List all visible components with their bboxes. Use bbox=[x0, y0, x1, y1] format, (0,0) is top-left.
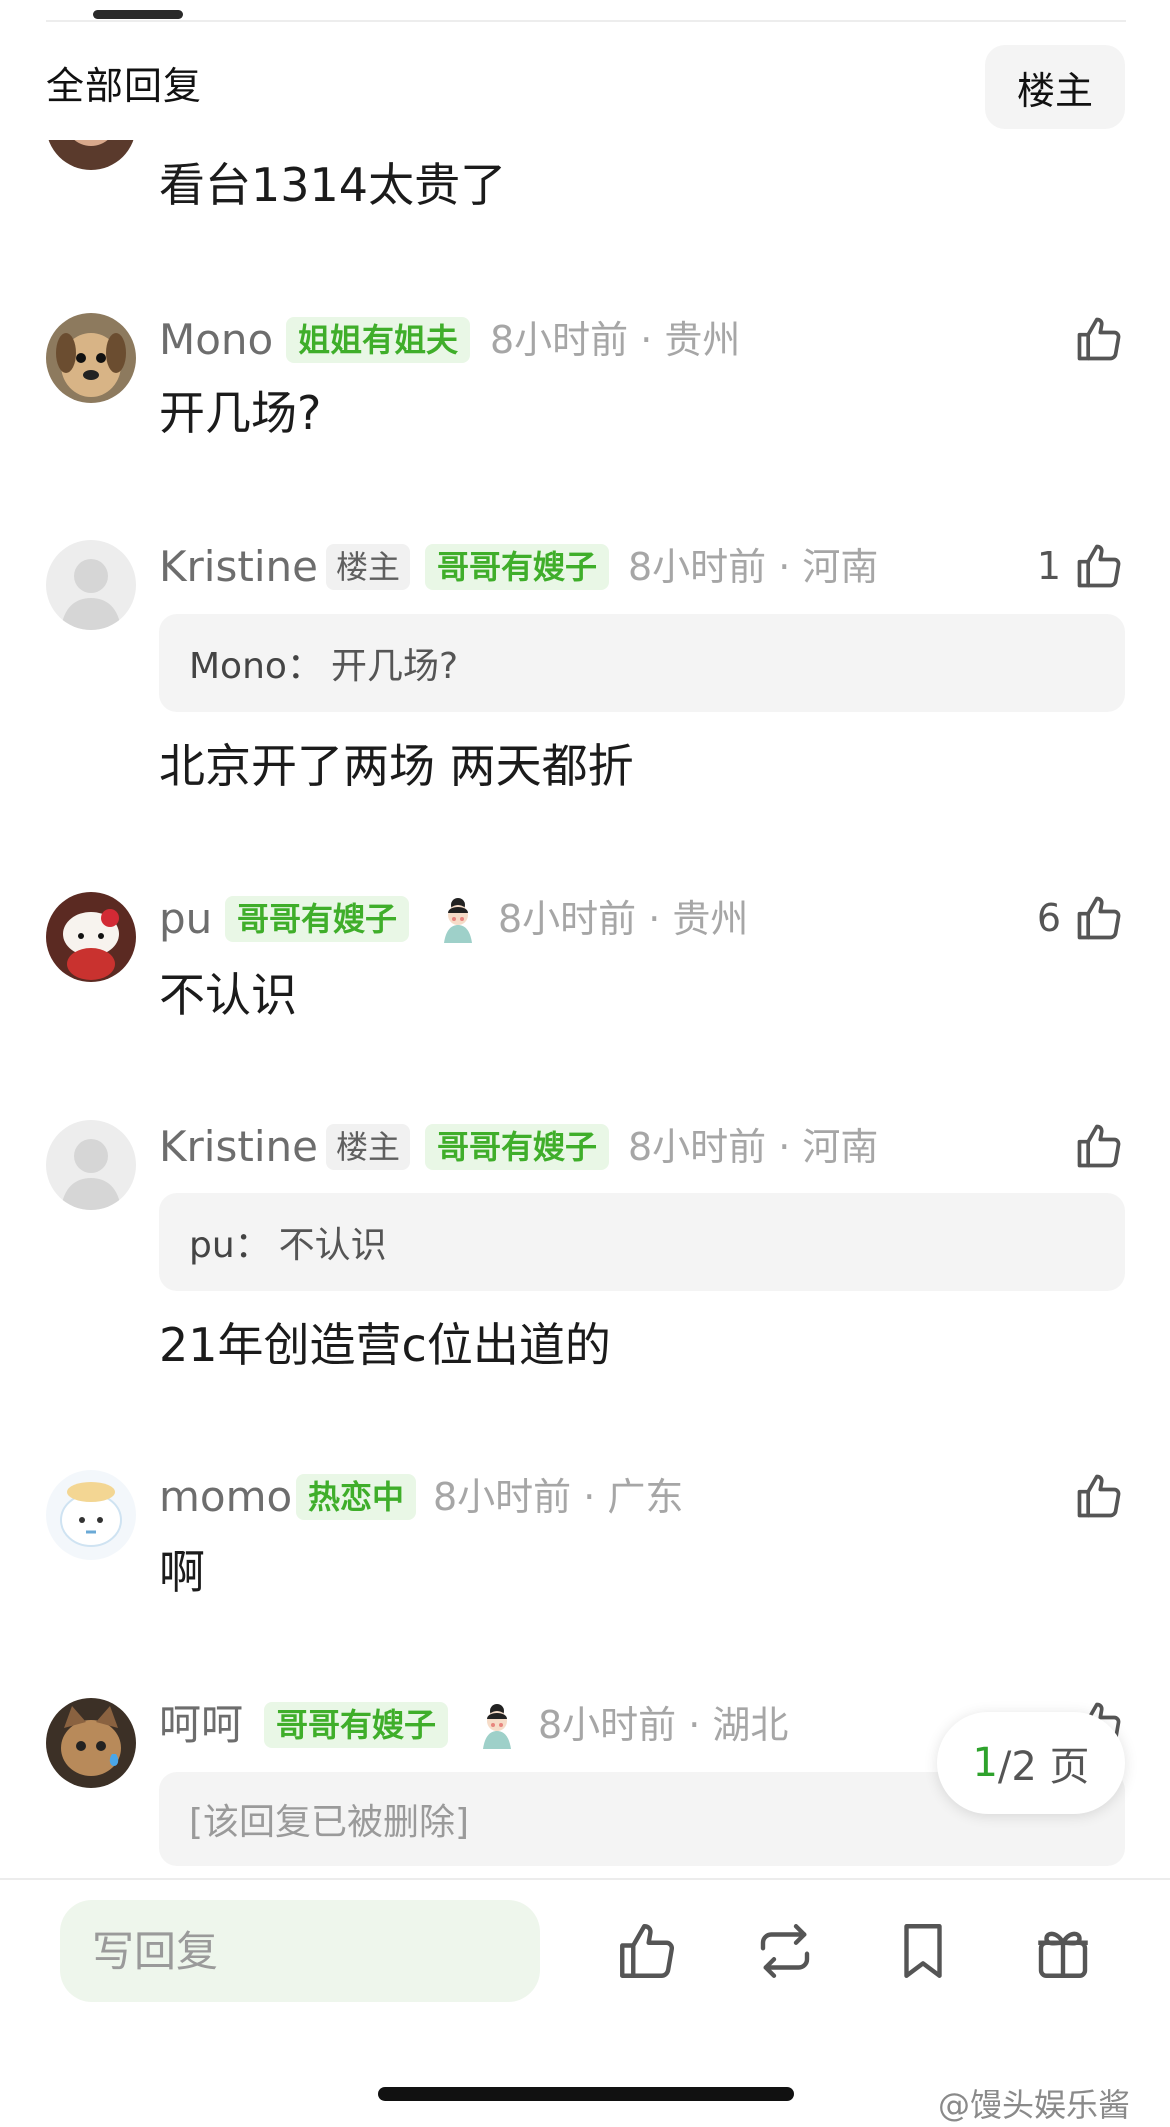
section-title-overlay: 全部回复 bbox=[46, 64, 203, 108]
comment-meta: 8小时前 · 河南 bbox=[628, 545, 879, 589]
gift-icon[interactable] bbox=[1023, 1911, 1103, 1991]
puppy-avatar[interactable] bbox=[46, 313, 136, 403]
bookmark-icon[interactable] bbox=[883, 1911, 963, 1991]
comment-content: 开几场? bbox=[159, 386, 322, 440]
tab-indicator-overlay bbox=[93, 10, 183, 19]
quoted-reply[interactable]: pu： 不认识 bbox=[159, 1193, 1125, 1291]
cartoon-avatar[interactable] bbox=[46, 1470, 136, 1560]
fan-badge: 哥哥有嫂子 bbox=[425, 544, 610, 590]
quoted-reply[interactable]: Mono： 开几场? bbox=[159, 614, 1125, 712]
owner-badge: 楼主 bbox=[326, 544, 411, 590]
comment-content: 21年创造营c位出道的 bbox=[159, 1318, 611, 1372]
username[interactable]: Kristine bbox=[159, 540, 318, 594]
owner-badge: 楼主 bbox=[326, 1124, 411, 1170]
hello-kitty-avatar[interactable] bbox=[46, 892, 136, 982]
like-count: 1 bbox=[1036, 544, 1061, 588]
comment-meta: 8小时前 · 贵州 bbox=[498, 897, 749, 941]
thumb-up-icon bbox=[1073, 892, 1125, 944]
comment-meta: 8小时前 · 广东 bbox=[433, 1475, 684, 1519]
comment-content: 啊 bbox=[159, 1545, 205, 1599]
bottom-divider bbox=[0, 1878, 1170, 1880]
repost-icon[interactable] bbox=[745, 1911, 825, 1991]
default-person-avatar[interactable] bbox=[46, 540, 136, 630]
fan-badge: 姐姐有姐夫 bbox=[286, 317, 471, 363]
top-divider-overlay bbox=[46, 20, 1126, 22]
fan-badge: 哥哥有嫂子 bbox=[264, 1702, 449, 1748]
thumb-up-icon bbox=[1073, 313, 1125, 365]
fan-badge: 热恋中 bbox=[296, 1474, 417, 1520]
like-button[interactable]: 1 bbox=[985, 536, 1125, 596]
thumb-up-icon bbox=[1073, 1120, 1125, 1172]
comment-meta: 8小时前 · 湖北 bbox=[538, 1703, 789, 1747]
current-page: 1 bbox=[972, 1740, 998, 1786]
username[interactable]: Mono bbox=[159, 313, 273, 367]
comment-content: 看台1314太贵了 bbox=[159, 158, 507, 212]
like-count: 6 bbox=[1036, 896, 1061, 940]
fan-badge: 哥哥有嫂子 bbox=[225, 896, 410, 942]
cat-avatar[interactable] bbox=[46, 1698, 136, 1788]
quoted-username: pu： bbox=[189, 1225, 271, 1266]
owner-only-filter-button-overlay[interactable]: 楼主 bbox=[985, 45, 1125, 129]
page-indicator[interactable]: 1 /2 页 bbox=[937, 1712, 1125, 1814]
watermark: @馒头娱乐酱 bbox=[938, 2086, 1131, 2124]
like-button[interactable] bbox=[985, 1466, 1125, 1526]
thumb-up-icon[interactable] bbox=[607, 1911, 687, 1991]
like-button[interactable] bbox=[985, 309, 1125, 369]
comment-meta: 8小时前 · 贵州 bbox=[490, 318, 741, 362]
username[interactable]: momo bbox=[159, 1470, 292, 1524]
girl-figure-icon bbox=[432, 893, 484, 945]
like-button[interactable] bbox=[985, 1116, 1125, 1176]
comment-meta: 8小时前 · 河南 bbox=[628, 1125, 879, 1169]
fan-badge: 哥哥有嫂子 bbox=[425, 1124, 610, 1170]
username[interactable]: 呵呵 bbox=[159, 1698, 243, 1752]
quoted-text: 不认识 bbox=[278, 1225, 387, 1266]
comment-content: 不认识 bbox=[159, 968, 297, 1022]
comment-content: 北京开了两场 两天都折 bbox=[159, 739, 634, 793]
username[interactable]: pu bbox=[159, 892, 212, 946]
quoted-text: 开几场? bbox=[330, 646, 459, 687]
home-indicator bbox=[378, 2087, 794, 2101]
reply-input[interactable] bbox=[60, 1900, 540, 2002]
total-pages: /2 页 bbox=[997, 1744, 1090, 1790]
thumb-up-icon bbox=[1073, 1470, 1125, 1522]
girl-figure-icon bbox=[471, 1699, 523, 1751]
thumb-up-icon bbox=[1073, 540, 1125, 592]
quoted-username: Mono： bbox=[189, 646, 323, 687]
username[interactable]: Kristine bbox=[159, 1120, 318, 1174]
like-button[interactable]: 6 bbox=[985, 888, 1125, 948]
default-person-avatar[interactable] bbox=[46, 1120, 136, 1210]
